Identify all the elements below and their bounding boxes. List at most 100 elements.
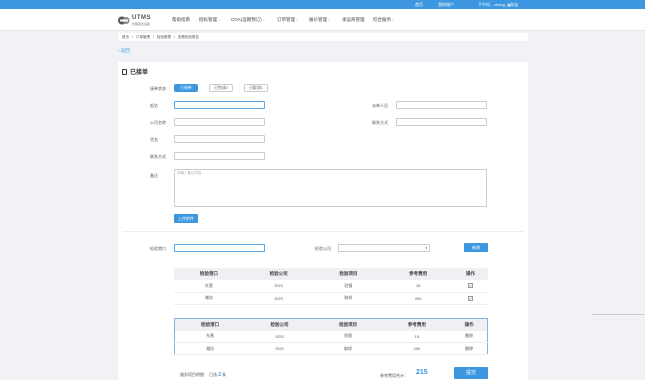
ship-name-label: 船名 xyxy=(150,103,158,108)
table-cell: 东营 xyxy=(174,280,244,293)
status-tab-cancelled[interactable]: 已取消1 xyxy=(244,84,268,92)
table-cell: 潍坊 xyxy=(174,292,244,305)
back-link[interactable]: ‹ 返回 xyxy=(118,48,130,54)
breadcrumb-orders[interactable]: 订单管理 xyxy=(136,35,150,39)
table-cell: 东营 xyxy=(174,330,246,343)
assignee-input[interactable] xyxy=(396,101,487,109)
row-checkbox[interactable]: ✓ xyxy=(468,283,474,289)
company-select[interactable]: ▾ xyxy=(338,244,430,252)
topbar-greeting: 下午好，zhang_lq xyxy=(478,2,511,7)
table-row: 潍坊 SGS 取样 200 删除 xyxy=(174,342,488,355)
table-cell: SGS xyxy=(245,342,314,355)
logo-name: UTMS xyxy=(132,15,151,21)
breadcrumb-separator: / xyxy=(152,35,154,39)
nav-orders[interactable]: 订单管理⌵ xyxy=(277,17,298,23)
logo[interactable]: UTMS 优路易达运输 xyxy=(118,15,160,27)
topbar-home-link[interactable]: 首页 xyxy=(415,2,423,8)
contact2-input[interactable] xyxy=(396,118,487,126)
assignee-label: 派单人员 xyxy=(372,103,388,108)
breadcrumb-current: 查看检验报告 xyxy=(177,35,199,39)
clipboard-icon xyxy=(122,69,127,75)
company-select-label: 检验公司 xyxy=(315,246,331,251)
topbar-account-link[interactable]: 我的账户 xyxy=(438,2,454,8)
nav-quotes[interactable]: 报价管理⌵ xyxy=(309,17,330,23)
table-cell: SGS xyxy=(243,292,314,305)
selected-summary: 服务项目明细 已选 2 条 xyxy=(180,372,227,378)
breadcrumb-separator: / xyxy=(173,35,175,39)
selected-table: 检验港口 检验公司 检验项目 参考费用 操作 东营 SGS 验报 15 删除 潍… xyxy=(174,318,488,355)
breadcrumb-separator: / xyxy=(131,35,133,39)
upload-button[interactable]: 上传附件 xyxy=(174,214,198,223)
contact-label: 联系方式 xyxy=(150,154,166,159)
table-row: 东营 SGS 验报 15 删除 xyxy=(174,330,488,343)
breadcrumb-home[interactable]: 首页 xyxy=(122,35,129,39)
table-header: 检验公司 xyxy=(243,268,314,280)
nav-services[interactable]: 综合服务⌵ xyxy=(373,17,394,23)
main-panel: 已接单 接单状态 已接单 已完成0 已取消1 船名 派单人员 公司名称 联系方式… xyxy=(118,62,528,380)
remark-textarea[interactable]: 请输入备注内容 xyxy=(174,169,487,207)
table-header: 检验项目 xyxy=(313,268,384,280)
table-cell: ✓ xyxy=(453,292,488,305)
divider xyxy=(592,314,645,315)
table-cell: 200 xyxy=(383,292,454,305)
company-input[interactable] xyxy=(174,118,265,126)
breadcrumb: 首页 / 订单管理 / 检验管理 / 查看检验报告 xyxy=(118,33,528,41)
add-button[interactable]: 新增 xyxy=(464,243,488,252)
status-tab-accepted[interactable]: 已接单 xyxy=(174,84,198,92)
table-cell: 潍坊 xyxy=(174,342,246,355)
chevron-down-icon: ⌵ xyxy=(262,18,266,22)
table-header: 检验港口 xyxy=(174,318,246,331)
page-title: 已接单 xyxy=(122,67,148,76)
top-bar: 首页 我的账户 下午好，zhang_lq [退出] xyxy=(0,0,645,9)
ship-name-input[interactable] xyxy=(174,101,265,109)
delete-link[interactable]: 删除 xyxy=(451,330,488,343)
logo-subtitle: 优路易达运输 xyxy=(132,22,151,26)
chevron-down-icon: ⌵ xyxy=(218,18,221,22)
table-cell: 200 xyxy=(382,342,452,355)
caret-down-icon: ▾ xyxy=(425,246,427,250)
cargo-label: 货名 xyxy=(150,137,158,142)
table-cell: 验报 xyxy=(313,280,384,293)
table-cell: 验报 xyxy=(313,330,383,343)
breadcrumb-inspection[interactable]: 检验管理 xyxy=(157,35,171,39)
status-tab-completed[interactable]: 已完成0 xyxy=(209,84,233,92)
table-cell: ✓ xyxy=(453,280,488,293)
status-label: 接单状态 xyxy=(150,86,166,91)
chevron-down-icon: ⌵ xyxy=(328,18,331,22)
contact2-label: 联系方式 xyxy=(372,120,388,125)
selected-count: 2 xyxy=(218,372,222,378)
nav-carriers[interactable]: 承运商管理 xyxy=(342,17,365,23)
header: UTMS 优路易达运输 帮助指南 招标管理⌵ COA(远期预订)⌵ 订单管理⌵ … xyxy=(0,9,645,31)
contact-input[interactable] xyxy=(174,152,265,160)
row-checkbox[interactable]: ✓ xyxy=(468,295,474,301)
nav-coa[interactable]: COA(远期预订)⌵ xyxy=(231,17,265,23)
table-cell: 15 xyxy=(382,330,452,343)
chevron-down-icon: ⌵ xyxy=(392,18,395,22)
port-input[interactable] xyxy=(174,244,265,252)
table-cell: 取样 xyxy=(313,342,383,355)
total-label: 参考费用合计： xyxy=(380,373,408,378)
table-cell: SGS xyxy=(245,330,314,343)
table-cell: 15 xyxy=(383,280,454,293)
logo-icon xyxy=(118,16,130,25)
nav-tender[interactable]: 招标管理⌵ xyxy=(199,17,220,23)
table-row: 东营 SGS 验报 15 ✓ xyxy=(174,280,488,293)
table-header: 检验项目 xyxy=(313,318,383,331)
topbar-logout-link[interactable]: [退出] xyxy=(508,2,518,8)
table-header: 操作 xyxy=(451,318,488,331)
table-header: 检验港口 xyxy=(174,268,244,280)
submit-button[interactable]: 提交 xyxy=(454,367,488,379)
remark-label: 备注 xyxy=(150,173,158,178)
port-label: 检验港口 xyxy=(150,246,166,251)
cargo-input[interactable] xyxy=(174,135,265,143)
table-header: 检验公司 xyxy=(245,318,314,331)
delete-link[interactable]: 删除 xyxy=(451,342,488,355)
nav-help[interactable]: 帮助指南 xyxy=(172,17,190,23)
table-row: 潍坊 SGS 取样 200 ✓ xyxy=(174,292,488,305)
table-header: 参考费用 xyxy=(383,268,454,280)
divider xyxy=(122,231,524,232)
chevron-down-icon: ⌵ xyxy=(296,18,299,22)
table-header: 操作 xyxy=(453,268,488,280)
table-header: 参考费用 xyxy=(382,318,452,331)
table-cell: 取样 xyxy=(313,292,384,305)
